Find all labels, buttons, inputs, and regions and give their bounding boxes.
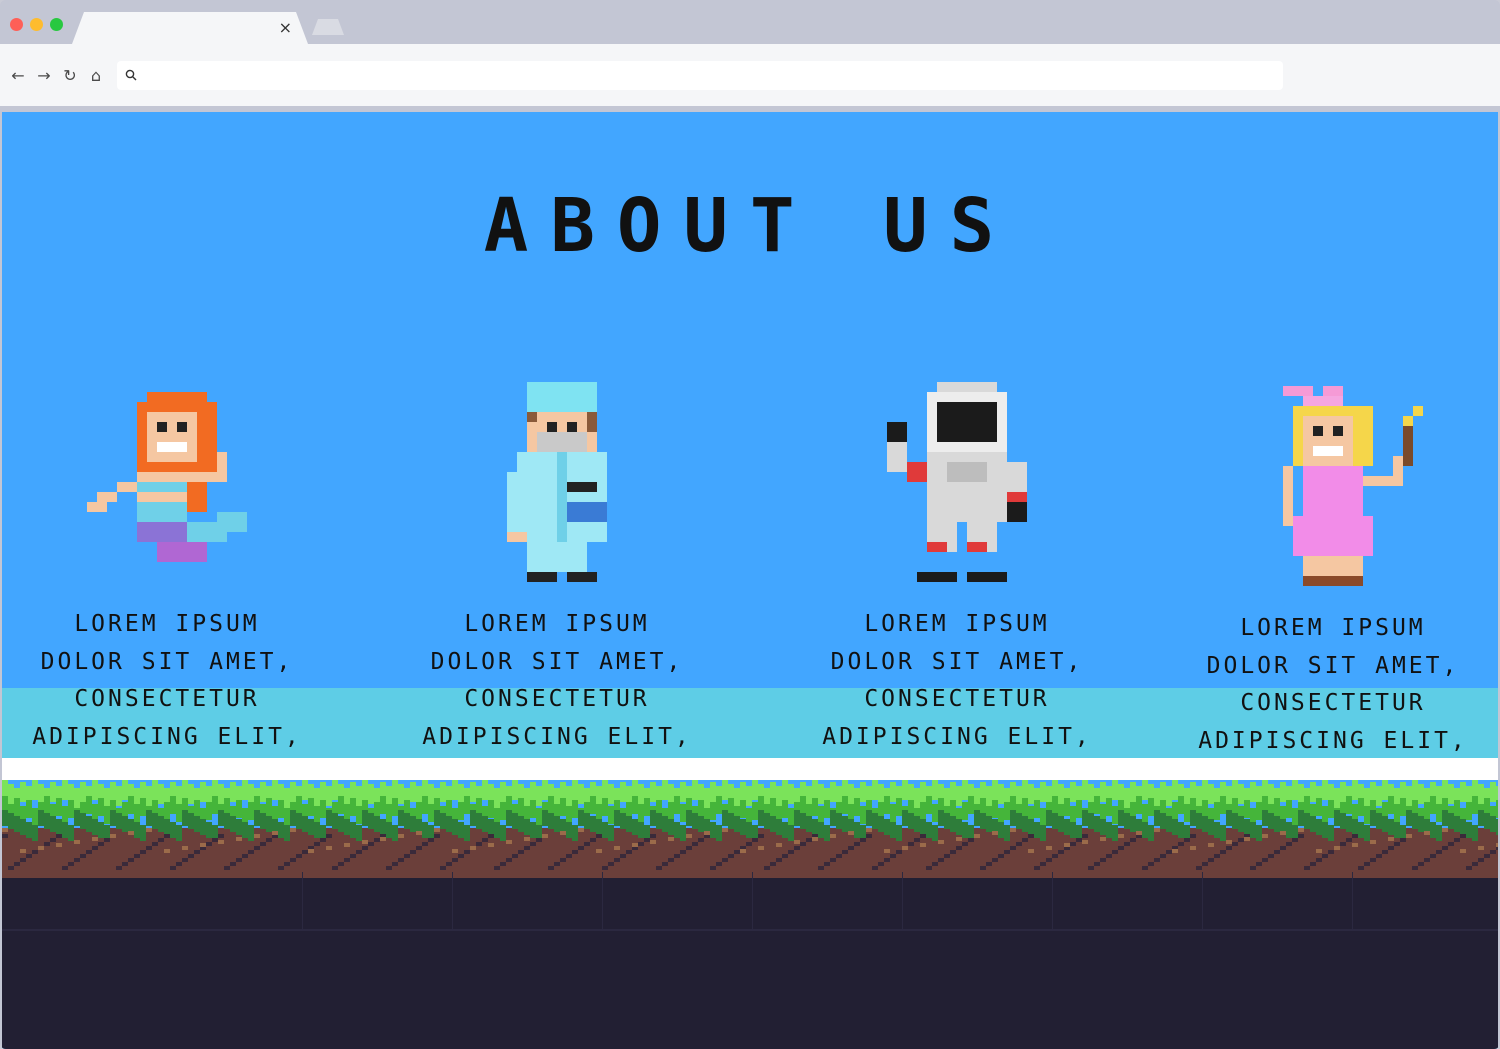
tab-close-icon[interactable]: × [279,18,292,38]
team-card-2: LOREM IPSUM DOLOR SIT AMET, CONSECTETUR … [392,382,722,756]
search-icon [125,69,137,81]
close-window-button[interactable] [10,18,23,31]
team-card-4: LOREM IPSUM DOLOR SIT AMET, CONSECTETUR … [1168,386,1498,760]
back-arrow-icon[interactable]: ← [8,66,28,86]
tab-bar: × [0,0,1500,44]
page-title: ABOUT US [483,183,1017,269]
card-description: LOREM IPSUM DOLOR SIT AMET, CONSECTETUR … [822,611,1092,750]
pixel-ground [2,780,1498,1049]
tab-active[interactable]: × [72,12,308,44]
browser-toolbar: ← → ↻ ⌂ [0,44,1500,106]
minimize-window-button[interactable] [30,18,43,31]
forward-arrow-icon[interactable]: → [34,66,54,86]
card-description: LOREM IPSUM DOLOR SIT AMET, CONSECTETUR … [32,611,302,750]
team-card-1: LOREM IPSUM DOLOR SIT AMET, CONSECTETUR … [2,382,332,756]
fairy-sprite [1283,386,1423,586]
team-card-3: LOREM IPSUM DOLOR SIT AMET, CONSECTETUR … [792,382,1122,756]
browser-window: × ← → ↻ ⌂ ABOUT US LOREM IPSUM DOLOR SIT… [0,0,1500,1049]
address-input[interactable] [145,61,1265,90]
reload-icon[interactable]: ↻ [60,66,80,86]
mermaid-sprite [87,392,247,562]
about-page: ABOUT US LOREM IPSUM DOLOR SIT AMET, CON… [2,112,1498,1049]
new-tab-button[interactable] [312,19,344,35]
card-description: LOREM IPSUM DOLOR SIT AMET, CONSECTETUR … [422,611,692,750]
card-description: LOREM IPSUM DOLOR SIT AMET, CONSECTETUR … [1198,615,1468,754]
home-icon[interactable]: ⌂ [86,66,106,86]
address-bar[interactable] [117,61,1283,90]
doctor-sprite [507,382,607,582]
astronaut-sprite [887,382,1027,582]
maximize-window-button[interactable] [50,18,63,31]
